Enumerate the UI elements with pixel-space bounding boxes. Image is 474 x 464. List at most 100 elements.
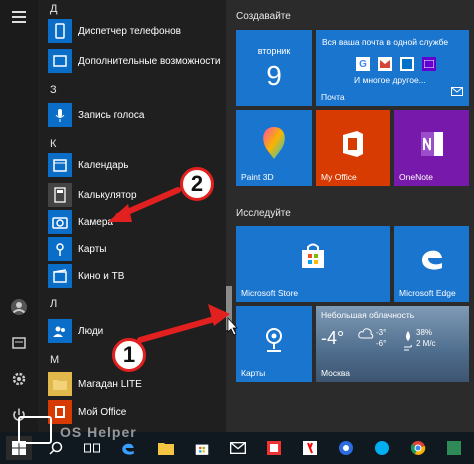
taskbar-explorer-icon[interactable] [154,436,178,460]
accessibility-icon [48,49,72,73]
weather-high: -3° [376,328,387,337]
tile-maps[interactable]: Карты [236,306,312,382]
app-accessibility[interactable]: Дополнительные возможности [48,48,220,74]
letter-header-d[interactable]: Д [50,3,57,15]
group-title-explore[interactable]: Исследуйте [236,208,291,219]
app-voice-recorder[interactable]: Запись голоса [48,102,144,128]
taskbar-store-icon[interactable] [190,436,214,460]
taskbar-media-icon[interactable] [262,436,286,460]
app-device-manager[interactable]: Диспетчер телефонов [48,18,181,44]
tile-onenote[interactable]: OneNote [394,110,469,186]
start-left-rail [0,0,38,432]
settings-gear-icon[interactable] [8,368,30,390]
google-icon: G [356,57,370,71]
maps-camera-icon [262,326,286,359]
camera-icon [48,210,72,234]
tile-my-office[interactable]: My Office [316,110,390,186]
gmail-icon [378,57,392,71]
letter-header-z[interactable]: З [50,84,57,96]
phone-manager-icon [48,19,72,43]
mail-provider-icons: G [356,57,436,71]
microphone-icon [48,103,72,127]
onenote-icon [419,130,445,163]
taskbar-mail-icon[interactable] [226,436,250,460]
calendar-icon [48,153,72,177]
edge-label: Microsoft Edge [399,288,456,298]
mail-envelope-icon [451,83,463,101]
weather-humidity: 38% [416,328,433,337]
taskbar-app-green-icon[interactable] [442,436,466,460]
tile-microsoft-store[interactable]: Microsoft Store [236,226,390,302]
callout-badge-1: 1 [112,338,146,372]
store-bag-icon [300,242,326,275]
taskbar-yandex-icon[interactable] [298,436,322,460]
weather-low: -6° [376,339,387,348]
taskbar-skype-icon[interactable] [370,436,394,460]
paint3d-label: Paint 3D [241,172,274,182]
folder-icon [48,372,72,396]
wind-icon [404,339,412,357]
callout-badge-2: 2 [180,167,214,201]
hamburger-menu-icon[interactable] [8,6,30,28]
tile-weather[interactable]: Небольшая облачность -4° -3° -6° 38% 2 М… [316,306,469,382]
tile-calendar[interactable]: вторник 9 [236,30,312,106]
app-label: Дополнительные возможности [78,55,221,67]
user-avatar-icon[interactable] [8,296,30,318]
mail-tile-label: Почта [321,92,345,102]
edge-icon [418,244,446,277]
app-label: Магадан LITE [78,378,142,390]
app-label: Люди [78,325,104,337]
app-magadan[interactable]: Магадан LITE [48,371,142,397]
app-label: Календарь [78,159,129,171]
film-icon [48,264,72,288]
my-office-label: My Office [321,172,357,182]
calendar-date-number: 9 [266,60,282,91]
app-camera[interactable]: Камера [48,209,113,235]
weather-city: Москва [321,368,351,378]
taskbar-chrome-icon[interactable] [406,436,430,460]
taskbar-app-icon[interactable] [334,436,358,460]
app-label: Кино и ТВ [78,270,125,282]
watermark-text: OS Helper [60,424,137,440]
letter-header-m[interactable]: М [50,354,59,366]
app-label: Диспетчер телефонов [78,25,181,37]
app-movies-tv[interactable]: Кино и ТВ [48,263,124,289]
watermark-logo-icon [18,416,52,444]
calendar-day-name: вторник [257,46,291,56]
tiles-area: Создавайте вторник 9 Вся ваша почта в од… [232,0,474,432]
outlook-icon [400,57,414,71]
letter-header-k[interactable]: К [50,138,56,150]
group-title-create[interactable]: Создавайте [236,11,291,22]
weather-wind: 2 М/с [416,339,436,348]
weather-cloud-icon [358,326,374,344]
documents-icon[interactable] [8,332,30,354]
office-logo-icon [340,130,366,163]
app-label: Камера [78,216,113,228]
mail-headline: Вся ваша почта в одной службе [322,37,449,47]
tile-mail[interactable]: Вся ваша почта в одной службе G И многое… [316,30,469,106]
calculator-icon [48,183,72,207]
letter-header-l[interactable]: Л [50,298,57,310]
store-label: Microsoft Store [241,288,299,298]
onenote-label: OneNote [399,172,434,182]
tile-microsoft-edge[interactable]: Microsoft Edge [394,226,469,302]
app-my-office[interactable]: Мой Office [48,399,126,425]
app-people[interactable]: Люди [48,318,103,344]
people-icon [48,319,72,343]
tile-paint3d[interactable]: Paint 3D [236,110,312,186]
app-label: Карты [78,243,107,255]
app-calendar[interactable]: Календарь [48,152,128,178]
start-menu-screen: Д Диспетчер телефонов Дополнительные воз… [0,0,474,464]
maps-label: Карты [241,368,266,378]
app-label: Мой Office [78,406,127,418]
app-maps[interactable]: Карты [48,236,107,262]
maps-icon [48,237,72,261]
paint3d-icon [258,125,290,166]
app-calculator[interactable]: Калькулятор [48,182,137,208]
mail-more-text: И многое другое... [354,75,426,85]
app-label: Калькулятор [78,189,137,201]
weather-condition: Небольшая облачность [321,310,415,320]
weather-temperature: -4° [321,328,345,348]
yahoo-mail-icon [422,57,436,71]
app-label: Запись голоса [78,109,145,121]
